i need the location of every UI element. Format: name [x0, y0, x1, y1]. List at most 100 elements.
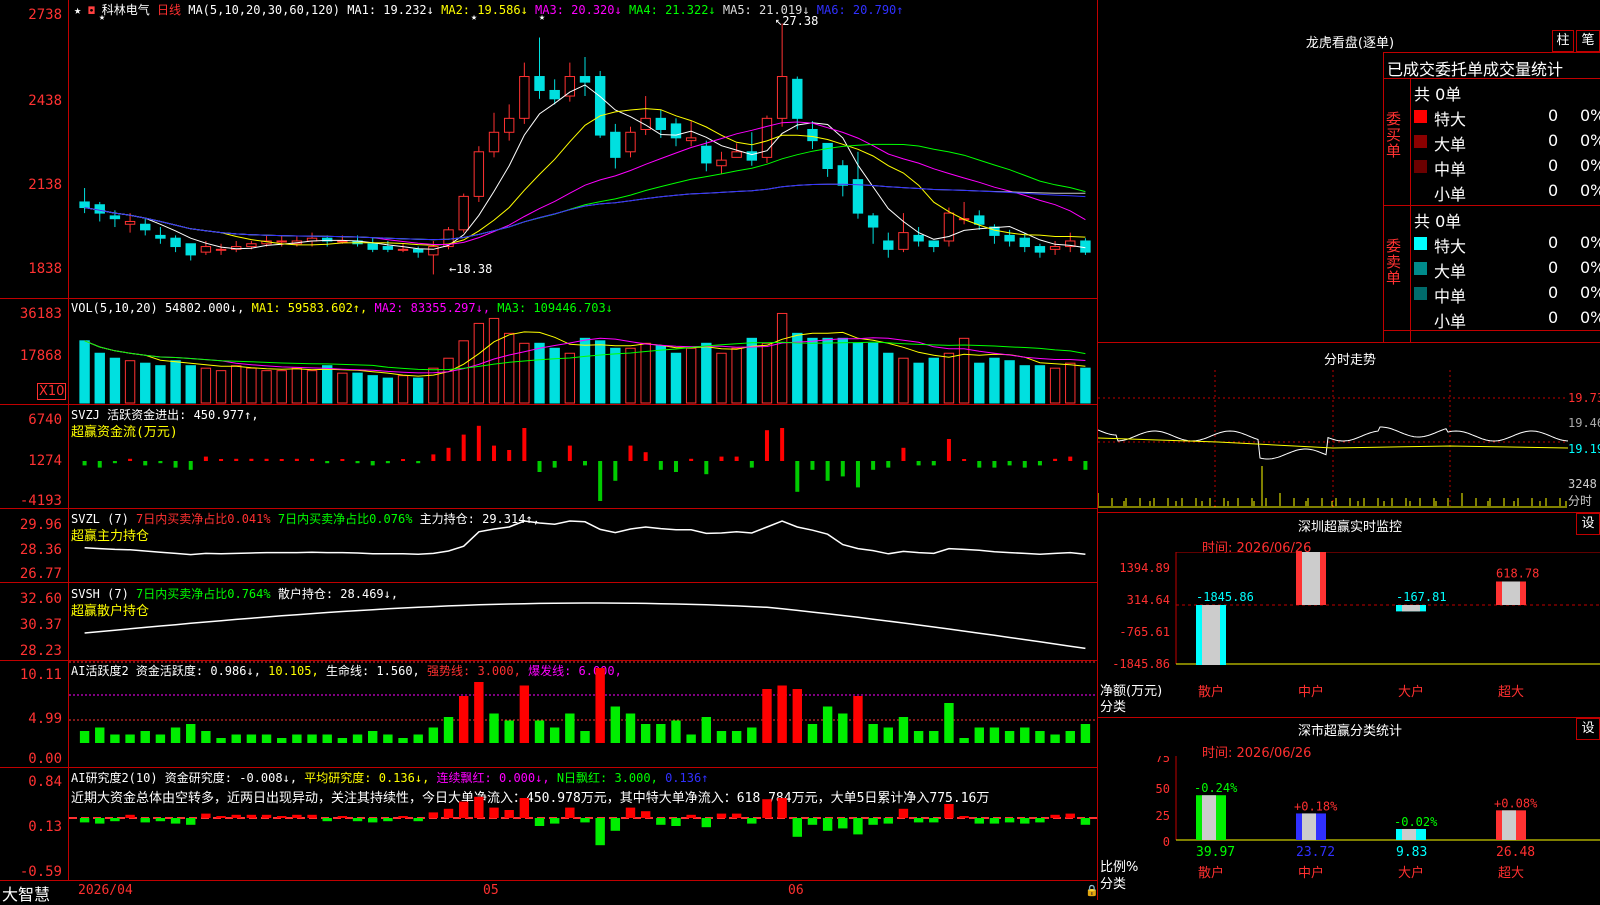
candle-body: [140, 223, 151, 231]
flow-bar: [294, 458, 299, 461]
activity-bar: [398, 738, 408, 743]
flow-bar: [492, 445, 497, 461]
research-bar: [398, 816, 408, 818]
flow-bar: [385, 461, 390, 464]
research-bar: [322, 818, 332, 822]
activity-bar: [1020, 727, 1030, 743]
order-count: 0: [1548, 181, 1559, 200]
activity-bar: [231, 734, 241, 743]
order-color-swatch: [1414, 312, 1427, 325]
volume-bar: [79, 340, 90, 404]
candlestick-chart[interactable]: ★ ★ ★: [69, 0, 1097, 298]
research-bar: [686, 814, 696, 818]
research-chart: [69, 796, 1097, 846]
order-side-label: 委买单: [1386, 110, 1402, 160]
research-bar: [443, 808, 454, 818]
sz-bar-label: 618.78: [1496, 566, 1539, 580]
volume-bar: [564, 352, 576, 404]
candle-body: [579, 76, 591, 83]
candle-body: [913, 234, 924, 242]
activity-bar: [731, 731, 742, 743]
research-bar: [822, 818, 833, 831]
order-percent: 0%: [1580, 258, 1600, 277]
intraday-axis-label: 分时: [1568, 494, 1593, 508]
sz-axis-label: -765.61: [1119, 625, 1170, 639]
volume-bar: [488, 317, 500, 404]
activity-bar: [716, 731, 727, 743]
svzj-axis-label: 1274: [28, 453, 62, 469]
sz-settings-button[interactable]: 设: [1576, 513, 1600, 535]
candle-body: [382, 246, 394, 250]
order-percent: 0%: [1580, 283, 1600, 302]
activity-bar: [625, 713, 636, 743]
volume-bar: [974, 362, 985, 404]
sz-bar: [1396, 605, 1426, 612]
order-percent: 0%: [1580, 181, 1600, 200]
activity-bar: [443, 717, 454, 743]
activity-bar: [79, 731, 90, 743]
candle-body: [807, 128, 818, 142]
ss-bar-inner: [1202, 795, 1216, 840]
volume-bar: [610, 347, 621, 404]
flow-bar: [461, 434, 466, 461]
research-bar: [701, 818, 712, 828]
flow-bar: [977, 461, 982, 468]
activity-chart: [69, 661, 1097, 743]
flow-bar: [1083, 461, 1088, 470]
volume-bar: [322, 365, 333, 404]
ss-bar: [1296, 813, 1326, 840]
volume-bar: [549, 347, 560, 404]
volume-bar: [1049, 367, 1061, 404]
activity-bar: [368, 731, 378, 743]
vol-unit-badge[interactable]: X10: [37, 383, 67, 400]
order-color-swatch: [1414, 135, 1427, 148]
candle-body: [1049, 246, 1061, 250]
research-bar: [352, 818, 363, 822]
vol-axis-label: 17868: [19, 348, 62, 364]
research-bar: [898, 808, 909, 818]
research-bar: [883, 818, 893, 824]
sz-bar-label: -167.81: [1396, 590, 1447, 604]
flow-bar: [719, 456, 724, 461]
flow-bar: [901, 447, 906, 461]
volume-bar: [231, 365, 242, 404]
lock-icon[interactable]: 🔒: [1085, 884, 1099, 897]
candle-body: [458, 195, 469, 231]
ma-line: [84, 121, 1086, 245]
intraday-chart[interactable]: [1098, 370, 1568, 508]
ai1-axis-label: 0.00: [28, 751, 62, 767]
order-percent: 0%: [1580, 131, 1600, 150]
research-bar: [292, 814, 302, 818]
research-bar: [868, 818, 878, 825]
volume-bar: [337, 372, 348, 404]
volume-bar: [1019, 365, 1030, 404]
candle-body: [79, 201, 90, 209]
flow-bar: [643, 452, 648, 461]
candle-body: [883, 240, 894, 250]
volume-bar: [716, 352, 727, 404]
research-bar: [716, 813, 727, 818]
order-color-swatch: [1414, 160, 1427, 173]
flow-bar: [552, 461, 557, 468]
volume-bar: [928, 357, 939, 404]
ss-stats-title: 深市超赢分类统计: [1297, 724, 1402, 739]
bar-mode-button[interactable]: 柱: [1552, 30, 1574, 52]
candle-body: [701, 145, 712, 164]
research-bar: [1020, 818, 1030, 824]
research-bar: [489, 807, 499, 818]
activity-bar: [277, 738, 287, 743]
candle-body: [215, 248, 227, 251]
ss-category-label: 大户: [1398, 865, 1424, 881]
flow-bar: [173, 461, 178, 468]
activity-bar: [186, 724, 196, 743]
candle-body: [124, 220, 136, 225]
research-bar: [989, 818, 1000, 824]
tick-mode-button[interactable]: 笔: [1576, 30, 1600, 52]
volume-bar: [291, 367, 303, 404]
order-percent: 0%: [1580, 156, 1600, 175]
ss-settings-button[interactable]: 设: [1576, 718, 1600, 740]
research-bar: [155, 818, 166, 822]
volume-bar: [898, 357, 909, 404]
volume-bar: [837, 337, 848, 404]
research-bar: [534, 818, 545, 826]
